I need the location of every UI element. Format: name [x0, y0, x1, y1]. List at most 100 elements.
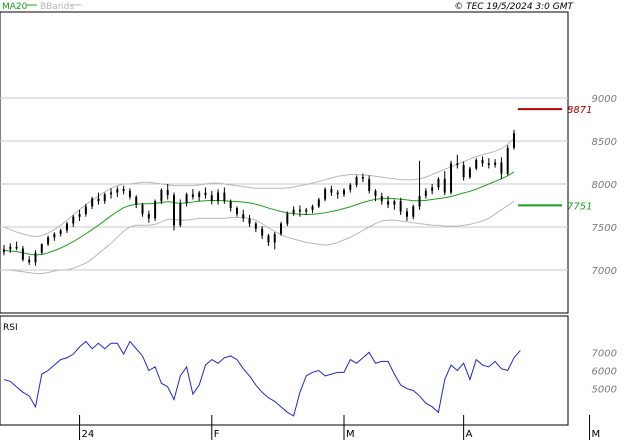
- candle-body: [349, 184, 352, 191]
- rsi-label: RSI: [3, 323, 18, 333]
- candle-body: [513, 133, 515, 148]
- candle: [336, 190, 339, 199]
- candle-body: [15, 246, 18, 249]
- candle-body: [280, 223, 283, 234]
- candle-body: [343, 190, 345, 195]
- candle: [173, 192, 175, 231]
- candle: [317, 197, 320, 209]
- candle-body: [500, 162, 503, 174]
- candle: [34, 250, 37, 266]
- candle: [217, 189, 220, 205]
- candle: [135, 195, 138, 209]
- candle-body: [475, 159, 478, 169]
- x-tick-label: A: [466, 429, 473, 440]
- candle: [418, 160, 421, 210]
- candle-body: [431, 187, 434, 191]
- candle: [324, 187, 327, 202]
- candle-body: [103, 194, 106, 202]
- candle-body: [78, 214, 81, 217]
- candle-body: [204, 192, 207, 196]
- rsi-panel: RSI 5000 6000 7000: [0, 315, 617, 426]
- candle: [47, 235, 50, 246]
- candle: [116, 186, 119, 197]
- candle: [248, 214, 251, 227]
- candle-body: [116, 189, 119, 193]
- rsi-ytick-label: 5000: [592, 385, 617, 396]
- candle: [500, 157, 503, 179]
- candle-body: [34, 252, 37, 263]
- candle: [393, 199, 396, 210]
- candle-body: [110, 192, 113, 195]
- candle-body: [40, 244, 43, 253]
- candle: [128, 188, 131, 200]
- candle-body: [154, 201, 157, 219]
- candle-body: [393, 201, 396, 205]
- candle-body: [324, 189, 327, 200]
- candle-body: [254, 223, 257, 229]
- candle: [405, 208, 408, 221]
- candle-body: [261, 228, 264, 236]
- candle-body: [368, 178, 371, 191]
- candle: [53, 232, 56, 241]
- candle-body: [191, 194, 194, 197]
- candle-body: [355, 177, 358, 185]
- candle-body: [374, 190, 377, 197]
- candle: [399, 197, 402, 215]
- candle-body: [141, 204, 144, 215]
- candle-body: [487, 163, 490, 166]
- candle: [154, 199, 157, 221]
- candle: [456, 154, 459, 169]
- candle-body: [9, 246, 12, 250]
- candle: [28, 256, 31, 265]
- candle: [40, 243, 43, 255]
- candle: [506, 145, 509, 176]
- candle: [122, 185, 125, 195]
- rsi-line: [3, 340, 521, 417]
- candle-body: [412, 206, 415, 217]
- candle: [160, 188, 163, 204]
- candle: [494, 159, 497, 168]
- x-tick-label: 24: [82, 429, 95, 440]
- candle: [305, 208, 308, 215]
- candle: [261, 226, 264, 240]
- candle-body: [456, 163, 459, 166]
- candle-body: [494, 162, 497, 166]
- candle: [91, 196, 94, 209]
- candle-body: [336, 192, 339, 195]
- candle-body: [210, 195, 213, 202]
- candle-body: [399, 201, 402, 212]
- price-ytick-label: 8000: [592, 180, 617, 191]
- candle: [166, 184, 169, 200]
- candle: [286, 211, 289, 227]
- candle: [450, 160, 453, 195]
- candle: [179, 199, 182, 227]
- candle: [147, 210, 150, 223]
- candle: [424, 188, 427, 199]
- copyright-text: © TEC 19/5/2024 3:0 GMT: [454, 2, 574, 12]
- candle: [412, 204, 415, 220]
- price-ytick-label: 9000: [592, 94, 617, 105]
- candle-body: [179, 202, 182, 226]
- candle-body: [3, 249, 5, 252]
- price-ytick-label: 7000: [592, 266, 617, 277]
- candle: [3, 245, 5, 256]
- candle-body: [330, 189, 333, 193]
- candle-body: [147, 214, 150, 219]
- candle-body: [468, 168, 471, 178]
- candle: [242, 209, 245, 222]
- candle: [437, 177, 440, 191]
- candle: [298, 205, 301, 217]
- candle: [15, 241, 18, 251]
- candle-body: [437, 178, 440, 188]
- candle-body: [305, 209, 308, 212]
- candle: [254, 221, 257, 233]
- candle: [349, 183, 352, 193]
- resistance-level-label: 8871: [567, 105, 592, 116]
- candle: [513, 129, 515, 150]
- candle: [59, 228, 62, 237]
- candle-body: [506, 147, 509, 174]
- candle-body: [217, 192, 220, 202]
- legend-ma20: MA20: [2, 2, 28, 12]
- candle: [292, 206, 295, 216]
- candle-body: [424, 190, 427, 197]
